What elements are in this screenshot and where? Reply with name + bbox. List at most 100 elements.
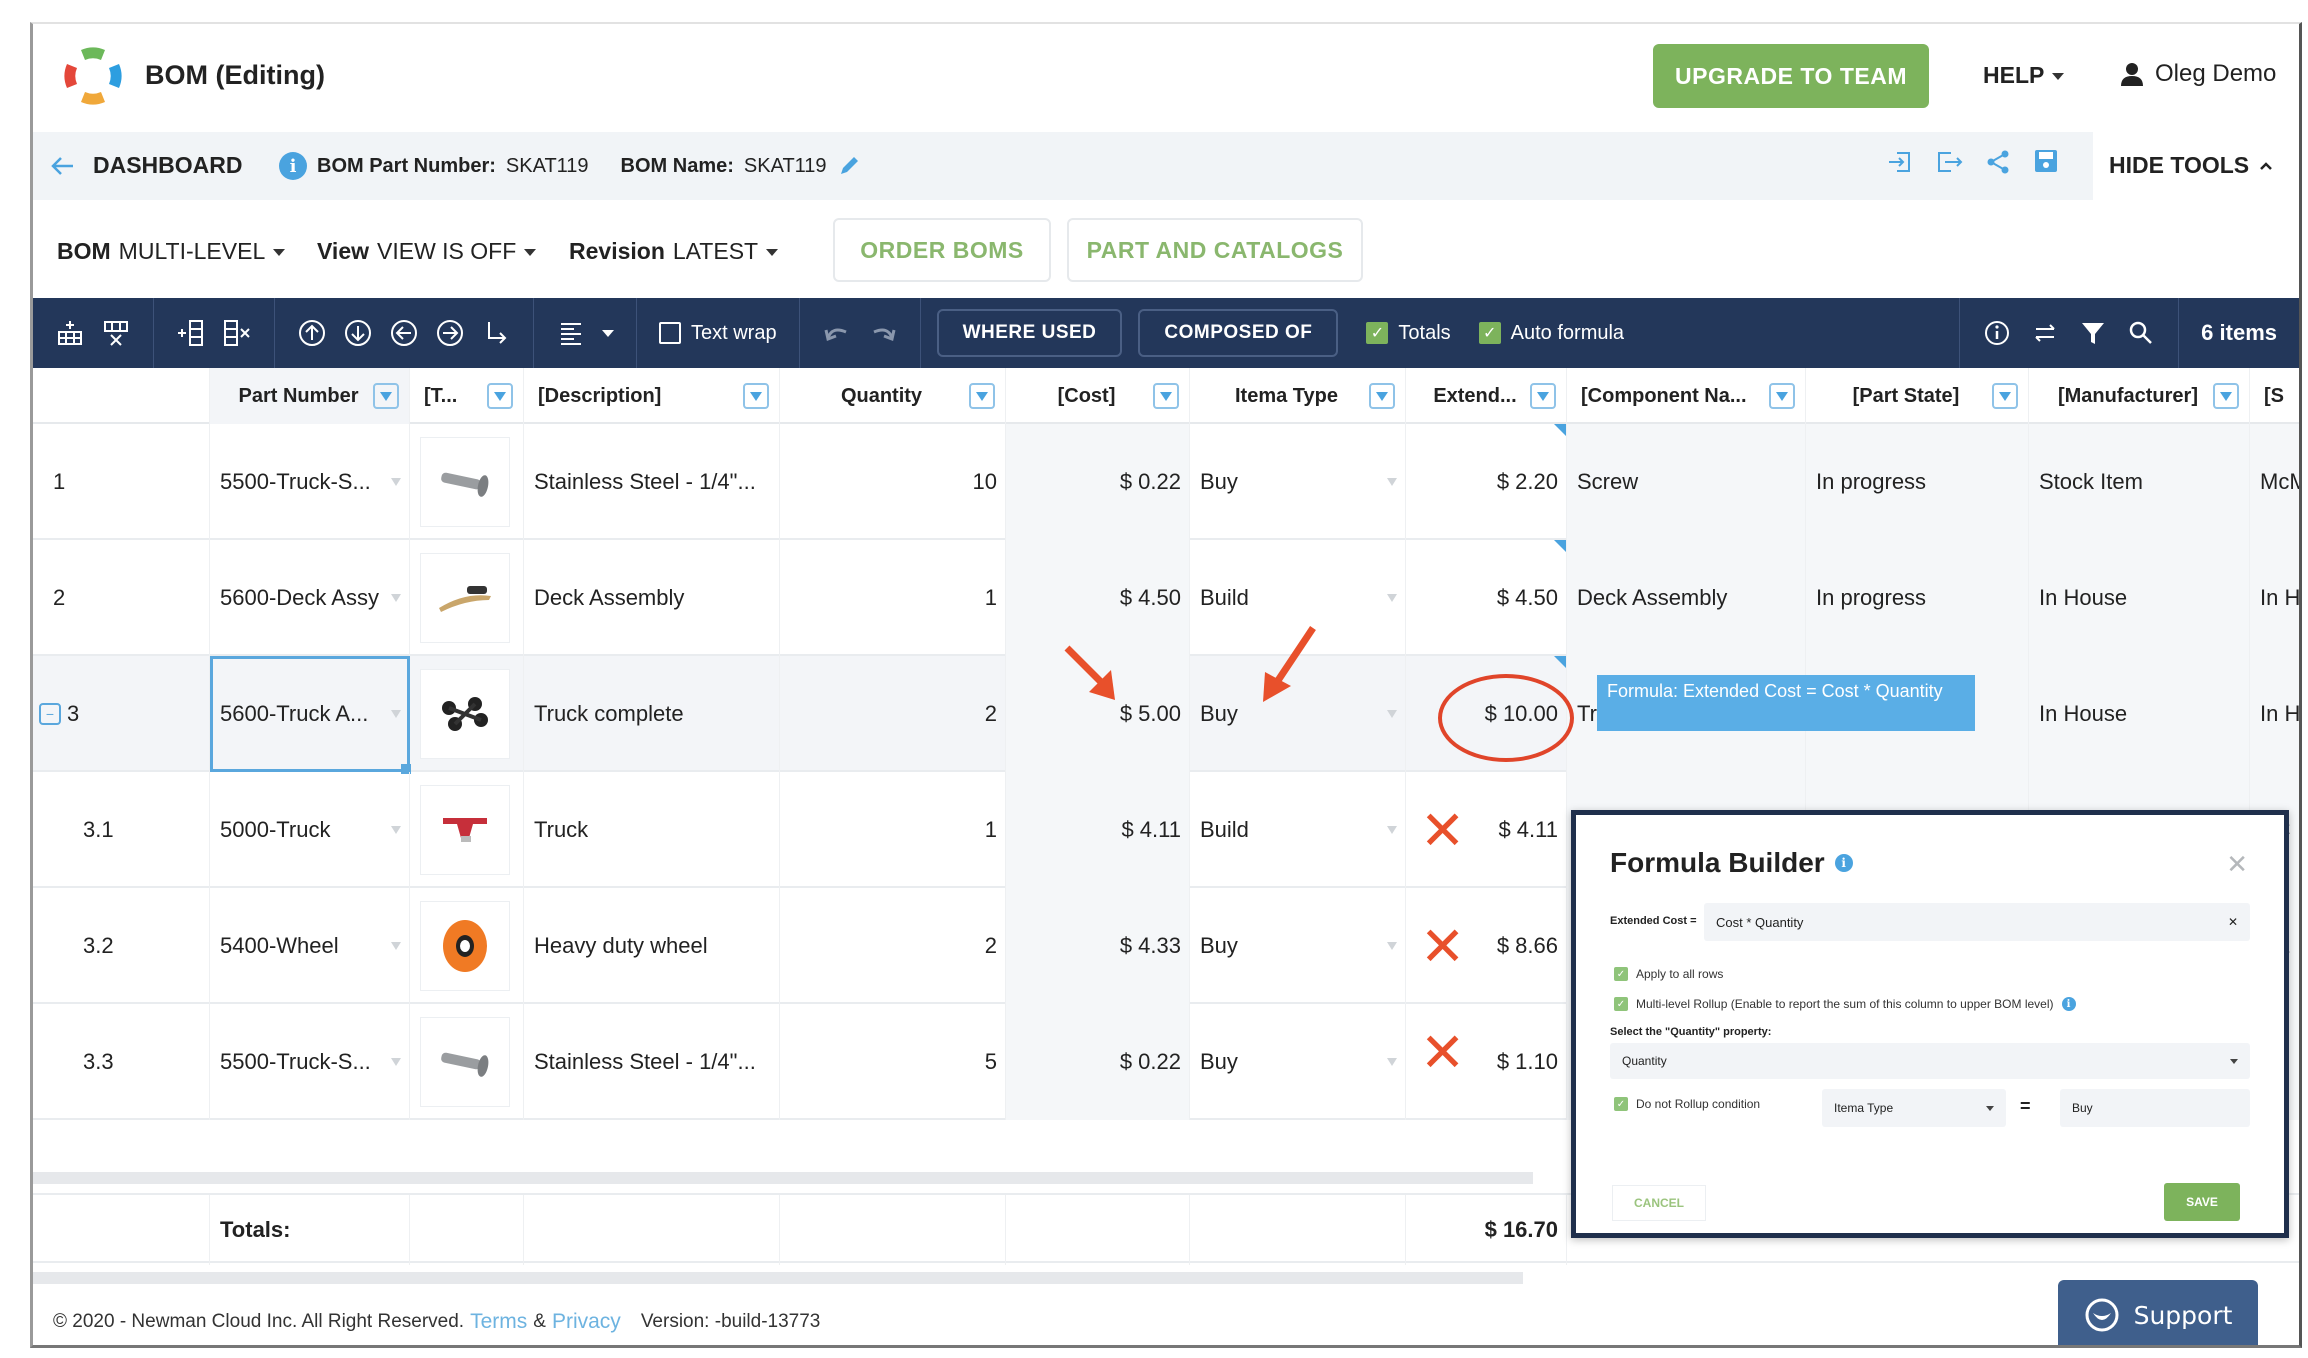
column-filter-icon[interactable]: [1992, 383, 2018, 409]
align-left-icon[interactable]: [556, 318, 586, 348]
bom-level-dropdown[interactable]: BOM MULTI-LEVEL: [57, 238, 286, 265]
column-filter-icon[interactable]: [743, 383, 769, 409]
info-icon[interactable]: i: [2061, 997, 2076, 1011]
column-filter-icon[interactable]: [1369, 383, 1395, 409]
swap-icon[interactable]: [2030, 318, 2060, 348]
description-cell[interactable]: Truck: [524, 772, 780, 888]
extended-cost-cell[interactable]: $ 1.10 ✕: [1406, 1004, 1567, 1120]
search-icon[interactable]: [2126, 318, 2156, 348]
add-row-icon[interactable]: [55, 318, 85, 348]
column-filter-icon[interactable]: [373, 383, 399, 409]
manufacturer-cell[interactable]: In House: [2029, 656, 2250, 772]
part-number-cell[interactable]: 5400-Wheel: [210, 888, 410, 1004]
description-cell[interactable]: Truck complete: [524, 656, 780, 772]
order-boms-button[interactable]: ORDER BOMS: [833, 218, 1051, 282]
quantity-cell[interactable]: 2: [780, 888, 1006, 1004]
column-header[interactable]: [T...: [410, 368, 524, 424]
chevron-down-icon[interactable]: [1387, 826, 1397, 834]
column-filter-icon[interactable]: [969, 383, 995, 409]
chevron-down-icon[interactable]: [602, 329, 614, 337]
chevron-down-icon[interactable]: [1387, 594, 1397, 602]
info-icon[interactable]: [1982, 318, 2012, 348]
auto-formula-toggle[interactable]: ✓ Auto formula: [1478, 322, 1624, 345]
row-number-cell[interactable]: 3.1: [33, 772, 210, 888]
item-type-cell[interactable]: Buy: [1190, 424, 1406, 540]
delete-row-icon[interactable]: [101, 318, 131, 348]
chevron-down-icon[interactable]: [391, 710, 401, 718]
extended-cost-cell[interactable]: $ 4.50: [1406, 540, 1567, 656]
outdent-icon[interactable]: [389, 318, 419, 348]
chevron-down-icon[interactable]: [391, 478, 401, 486]
part-and-catalogs-button[interactable]: PART AND CATALOGS: [1067, 218, 1363, 282]
collapse-icon[interactable]: −: [39, 703, 61, 725]
export-icon[interactable]: [1935, 149, 1963, 175]
manufacturer-cell[interactable]: In House: [2029, 540, 2250, 656]
quantity-property-select[interactable]: Quantity: [1610, 1043, 2250, 1079]
chevron-down-icon[interactable]: [391, 942, 401, 950]
column-filter-icon[interactable]: [1153, 383, 1179, 409]
formula-input[interactable]: Cost * Quantity ✕: [1704, 903, 2250, 941]
item-type-cell[interactable]: Buy: [1190, 1004, 1406, 1120]
chevron-down-icon[interactable]: [1387, 478, 1397, 486]
quantity-cell[interactable]: 10: [780, 424, 1006, 540]
support-button[interactable]: Support: [2058, 1280, 2258, 1345]
indent-icon[interactable]: [435, 318, 465, 348]
info-icon[interactable]: i: [1834, 854, 1853, 872]
pencil-edit-icon[interactable]: [837, 154, 861, 178]
column-header[interactable]: [Cost]: [1006, 368, 1190, 424]
column-header[interactable]: [Description]: [524, 368, 780, 424]
manufacturer-cell[interactable]: Stock Item: [2029, 424, 2250, 540]
quantity-cell[interactable]: 1: [780, 540, 1006, 656]
info-icon[interactable]: i: [279, 152, 307, 180]
column-header[interactable]: Part Number: [210, 368, 410, 424]
quantity-cell[interactable]: 2: [780, 656, 1006, 772]
column-header[interactable]: Quantity: [780, 368, 1006, 424]
save-icon[interactable]: [2033, 148, 2059, 176]
description-cell[interactable]: Heavy duty wheel: [524, 888, 780, 1004]
upgrade-to-team-button[interactable]: UPGRADE TO TEAM: [1653, 44, 1929, 108]
terms-link[interactable]: Terms: [470, 1310, 527, 1334]
supplier-cell[interactable]: In H: [2250, 540, 2299, 656]
part-number-cell[interactable]: 5500-Truck-S...: [210, 424, 410, 540]
extended-cost-cell[interactable]: $ 4.11 ✕: [1406, 772, 1567, 888]
component-name-cell[interactable]: Deck Assembly: [1567, 540, 1806, 656]
extended-cost-cell[interactable]: $ 8.66 ✕: [1406, 888, 1567, 1004]
delete-column-icon[interactable]: [222, 318, 252, 348]
part-number-cell[interactable]: 5500-Truck-S...: [210, 1004, 410, 1120]
cancel-button[interactable]: CANCEL: [1612, 1185, 1706, 1221]
chevron-down-icon[interactable]: [1387, 710, 1397, 718]
quantity-cell[interactable]: 5: [780, 1004, 1006, 1120]
supplier-cell[interactable]: McM: [2250, 424, 2299, 540]
dashboard-back-link[interactable]: DASHBOARD: [51, 152, 243, 179]
chevron-down-icon[interactable]: [391, 1058, 401, 1066]
user-menu[interactable]: Oleg Demo: [2121, 60, 2276, 88]
row-number-cell[interactable]: 3.2: [33, 888, 210, 1004]
filter-icon[interactable]: [2078, 318, 2108, 348]
description-cell[interactable]: Stainless Steel - 1/4"...: [524, 1004, 780, 1120]
column-header[interactable]: Extend...: [1406, 368, 1567, 424]
chevron-down-icon[interactable]: [391, 826, 401, 834]
column-header[interactable]: Itema Type: [1190, 368, 1406, 424]
thumbnail-cell[interactable]: [410, 424, 524, 540]
column-filter-icon[interactable]: [2213, 383, 2239, 409]
description-cell[interactable]: Stainless Steel - 1/4"...: [524, 424, 780, 540]
table-row[interactable]: 1 5500-Truck-S... Stainless Steel - 1/4"..…: [33, 424, 2299, 540]
part-number-cell[interactable]: 5000-Truck: [210, 772, 410, 888]
totals-toggle[interactable]: ✓ Totals: [1366, 322, 1451, 345]
clear-icon[interactable]: ✕: [2228, 915, 2238, 929]
part-number-cell[interactable]: 5600-Truck A...: [210, 656, 411, 774]
chevron-down-icon[interactable]: [1387, 1058, 1397, 1066]
column-header[interactable]: [Manufacturer]: [2029, 368, 2250, 424]
save-button[interactable]: SAVE: [2164, 1183, 2240, 1221]
cost-cell[interactable]: $ 4.11: [1006, 772, 1190, 888]
supplier-cell[interactable]: In H: [2250, 656, 2299, 772]
row-number-cell[interactable]: 3.3: [33, 1004, 210, 1120]
cost-cell[interactable]: $ 4.50: [1006, 540, 1190, 656]
thumbnail-cell[interactable]: [410, 1004, 524, 1120]
column-filter-icon[interactable]: [1769, 383, 1795, 409]
redo-icon[interactable]: [868, 318, 898, 348]
chevron-down-icon[interactable]: [1387, 942, 1397, 950]
revision-dropdown[interactable]: Revision LATEST: [569, 238, 779, 265]
column-header[interactable]: [S: [2250, 368, 2299, 424]
cost-cell[interactable]: $ 0.22: [1006, 424, 1190, 540]
